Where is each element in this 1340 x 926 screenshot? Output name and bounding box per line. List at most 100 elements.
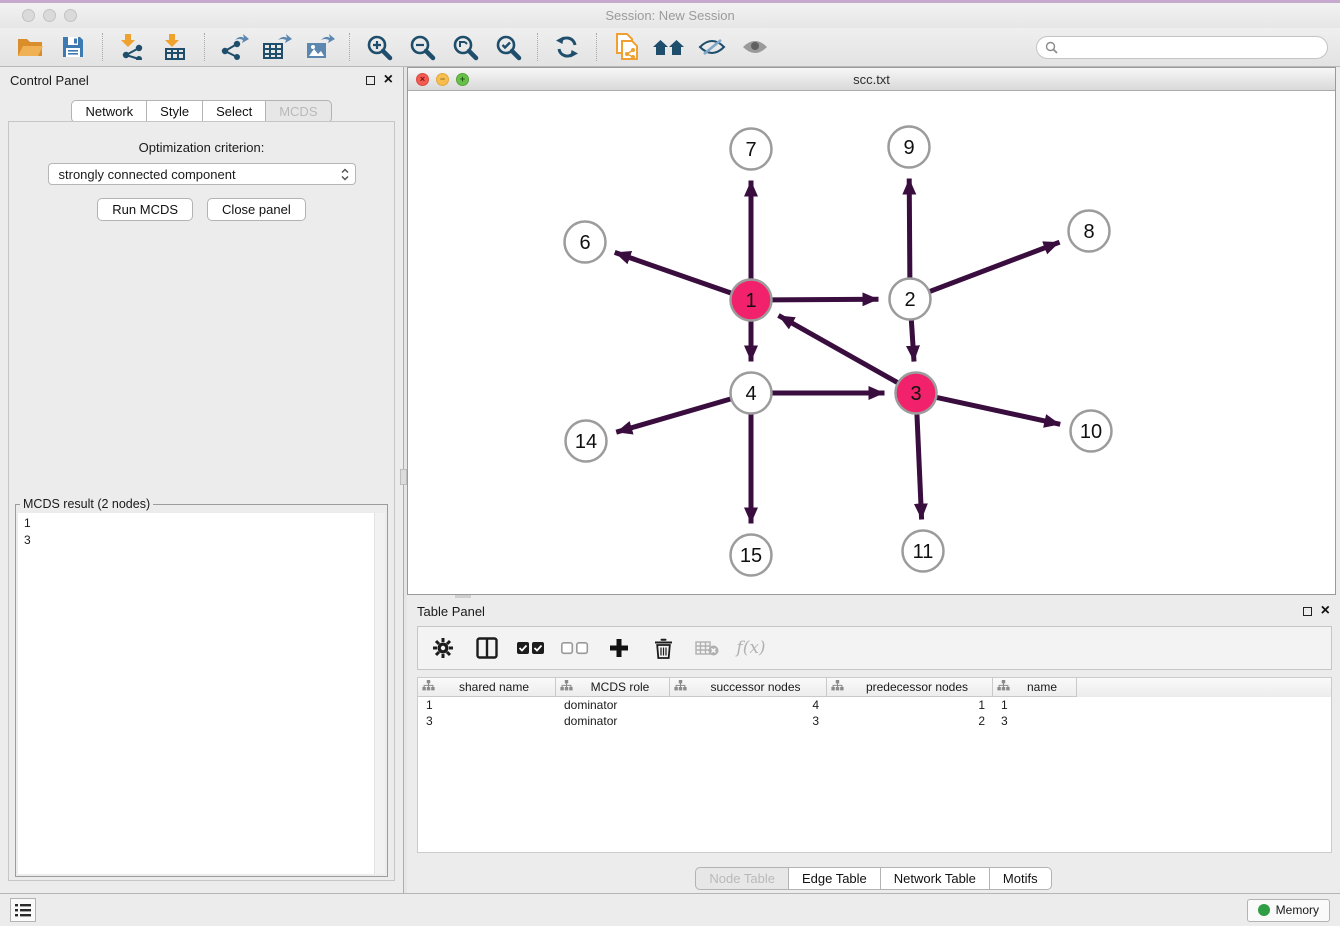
- table-cell[interactable]: 3: [993, 713, 1077, 729]
- tab-select[interactable]: Select: [203, 100, 266, 123]
- column-header-name[interactable]: name: [993, 678, 1077, 697]
- gear-icon[interactable]: [428, 633, 458, 663]
- show-all-icon[interactable]: [737, 32, 773, 62]
- tab-style[interactable]: Style: [147, 100, 203, 123]
- splitter-grip[interactable]: [400, 469, 407, 485]
- column-header-MCDS-role[interactable]: MCDS role: [556, 678, 670, 697]
- node-3[interactable]: 3: [896, 373, 937, 414]
- zoom-fit-icon[interactable]: [447, 32, 483, 62]
- close-panel-icon[interactable]: ×: [384, 72, 393, 88]
- tab-node-table[interactable]: Node Table: [695, 867, 789, 890]
- search-input[interactable]: [1063, 40, 1319, 54]
- criterion-select[interactable]: strongly connected component: [48, 163, 356, 185]
- close-table-panel-icon[interactable]: ×: [1321, 603, 1330, 619]
- node-1[interactable]: 1: [731, 280, 772, 321]
- export-network-icon[interactable]: [216, 32, 252, 62]
- table-cell[interactable]: 1: [827, 697, 993, 713]
- tab-network-table[interactable]: Network Table: [881, 867, 990, 890]
- node-9[interactable]: 9: [889, 127, 930, 168]
- clone-network-icon[interactable]: [608, 32, 644, 62]
- function-builder-icon[interactable]: f(x): [736, 633, 766, 663]
- node-table[interactable]: shared nameMCDS rolesuccessor nodesprede…: [417, 677, 1332, 853]
- table-cell[interactable]: dominator: [556, 697, 670, 713]
- table-cell[interactable]: dominator: [556, 713, 670, 729]
- table-cell[interactable]: 3: [670, 713, 827, 729]
- edge-4-14[interactable]: [616, 399, 731, 432]
- minimize-view-icon[interactable]: −: [436, 73, 449, 86]
- table-header-row[interactable]: shared nameMCDS rolesuccessor nodesprede…: [418, 678, 1331, 697]
- zoom-out-icon[interactable]: [404, 32, 440, 62]
- tab-mcds[interactable]: MCDS: [266, 100, 331, 123]
- export-image-icon[interactable]: [302, 32, 338, 62]
- edge-1-6[interactable]: [615, 252, 732, 293]
- table-row[interactable]: 3dominator323: [418, 713, 1331, 729]
- memory-button[interactable]: Memory: [1247, 899, 1330, 922]
- search-field[interactable]: [1036, 36, 1328, 59]
- save-session-icon[interactable]: [55, 32, 91, 62]
- node-10[interactable]: 10: [1071, 411, 1112, 452]
- refresh-icon[interactable]: [549, 32, 585, 62]
- delete-table-icon[interactable]: [692, 633, 722, 663]
- network-canvas[interactable]: 7 9 6 8 1 2 4 3 14 10 15 11: [408, 91, 1335, 594]
- mcds-result-list[interactable]: 13: [18, 513, 385, 874]
- minimize-window-icon[interactable]: [43, 9, 56, 22]
- table-cell[interactable]: 2: [827, 713, 993, 729]
- node-8[interactable]: 8: [1069, 211, 1110, 252]
- first-neighbors-icon[interactable]: [651, 32, 687, 62]
- column-header-predecessor-nodes[interactable]: predecessor nodes: [827, 678, 993, 697]
- select-all-icon[interactable]: [516, 633, 546, 663]
- tab-edge-table[interactable]: Edge Table: [789, 867, 881, 890]
- node-14[interactable]: 14: [566, 421, 607, 462]
- edge-2-8[interactable]: [929, 242, 1059, 292]
- zoom-in-icon[interactable]: [361, 32, 397, 62]
- close-window-icon[interactable]: [22, 9, 35, 22]
- result-scrollbar[interactable]: [374, 513, 385, 874]
- edge-1-2[interactable]: [771, 299, 878, 300]
- network-graph[interactable]: 7 9 6 8 1 2 4 3 14 10 15 11: [408, 91, 1335, 594]
- edge-3-1[interactable]: [778, 315, 898, 382]
- column-header-shared-name[interactable]: shared name: [418, 678, 556, 697]
- open-session-icon[interactable]: [12, 32, 48, 62]
- tab-network[interactable]: Network: [71, 100, 147, 123]
- import-table-icon[interactable]: [157, 32, 193, 62]
- table-cell[interactable]: 1: [993, 697, 1077, 713]
- float-table-panel-icon[interactable]: [1303, 607, 1312, 616]
- table-cell[interactable]: 1: [418, 697, 556, 713]
- add-column-icon[interactable]: [604, 633, 634, 663]
- node-4[interactable]: 4: [731, 373, 772, 414]
- delete-column-icon[interactable]: [648, 633, 678, 663]
- network-window-titlebar[interactable]: scc.txt × − +: [408, 68, 1335, 91]
- tab-motifs[interactable]: Motifs: [990, 867, 1052, 890]
- table-cell[interactable]: 3: [418, 713, 556, 729]
- hide-selection-icon[interactable]: [694, 32, 730, 62]
- result-item[interactable]: 1: [24, 515, 379, 532]
- table-row[interactable]: 1dominator411: [418, 697, 1331, 713]
- edge-3-11[interactable]: [917, 413, 922, 519]
- node-11[interactable]: 11: [903, 531, 944, 572]
- node-7[interactable]: 7: [731, 129, 772, 170]
- task-history-button[interactable]: [10, 898, 36, 922]
- deselect-all-icon[interactable]: [560, 633, 590, 663]
- run-mcds-button[interactable]: Run MCDS: [97, 198, 193, 221]
- edge-3-10[interactable]: [936, 397, 1060, 424]
- split-view-icon[interactable]: [472, 633, 502, 663]
- column-header-successor-nodes[interactable]: successor nodes: [670, 678, 827, 697]
- control-panel-title: Control Panel: [10, 73, 89, 88]
- maximize-view-icon[interactable]: +: [456, 73, 469, 86]
- table-cell[interactable]: 4: [670, 697, 827, 713]
- edge-2-3[interactable]: [911, 319, 914, 361]
- export-table-icon[interactable]: [259, 32, 295, 62]
- result-item[interactable]: 3: [24, 532, 379, 549]
- close-panel-button[interactable]: Close panel: [207, 198, 306, 221]
- node-6[interactable]: 6: [565, 222, 606, 263]
- node-2[interactable]: 2: [890, 279, 931, 320]
- window-controls[interactable]: [22, 9, 77, 22]
- zoom-selected-icon[interactable]: [490, 32, 526, 62]
- zoom-window-icon[interactable]: [64, 9, 77, 22]
- table-body[interactable]: 1dominator4113dominator323: [418, 697, 1331, 729]
- import-network-icon[interactable]: [114, 32, 150, 62]
- edge-2-9[interactable]: [909, 178, 910, 278]
- node-15[interactable]: 15: [731, 535, 772, 576]
- float-panel-icon[interactable]: [366, 76, 375, 85]
- close-view-icon[interactable]: ×: [416, 73, 429, 86]
